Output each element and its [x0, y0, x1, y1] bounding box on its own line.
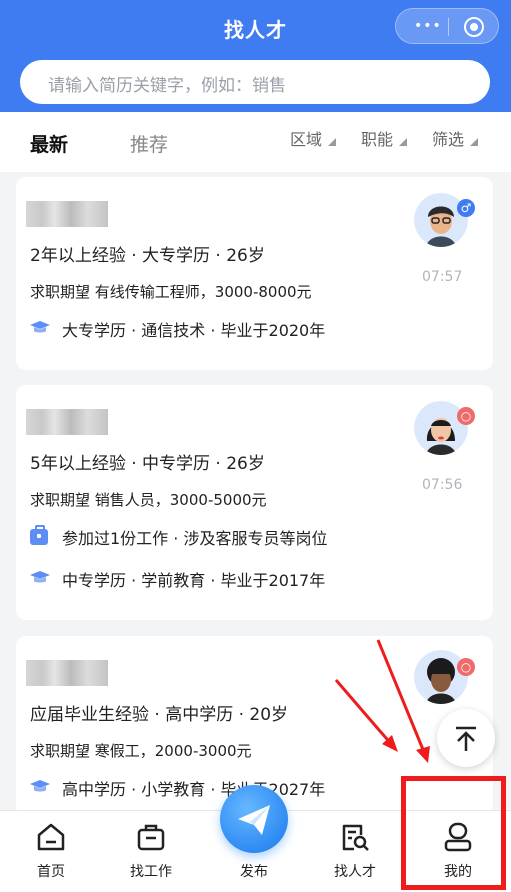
- annotation-highlight-box: [401, 776, 506, 890]
- tab-find-job[interactable]: 找工作: [111, 811, 191, 892]
- document-search-icon: [342, 824, 369, 851]
- tab-home[interactable]: 首页: [11, 811, 91, 892]
- home-icon: [37, 823, 65, 851]
- tab-publish-label: 发布: [240, 864, 268, 880]
- publish-button[interactable]: [220, 785, 288, 853]
- annotation-arrows: [334, 639, 430, 763]
- paper-plane-icon: [238, 805, 270, 835]
- tab-home-label: 首页: [37, 864, 65, 880]
- briefcase-icon: [137, 824, 165, 851]
- tab-find-job-label: 找工作: [130, 864, 172, 880]
- tab-find-talent[interactable]: 找人才: [315, 811, 395, 892]
- tab-find-talent-label: 找人才: [334, 864, 376, 880]
